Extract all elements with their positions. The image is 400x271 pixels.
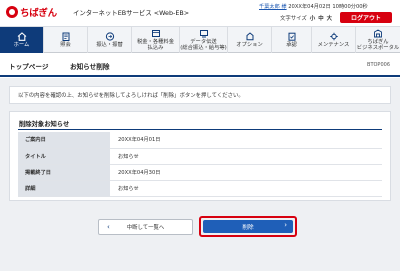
table-row: 詳細 お知らせ — [18, 180, 382, 197]
screen-code: BTOP006 — [367, 62, 390, 68]
font-size-large[interactable]: 大 — [327, 14, 332, 22]
panel-divider — [18, 129, 382, 130]
row-value: お知らせ — [110, 180, 382, 197]
row-label: タイトル — [18, 148, 110, 165]
chevron-left-icon: ‹ — [107, 223, 110, 231]
notice-detail-table: ご案内日 20XX年04月01日 タイトル お知らせ 掲載終了日 20XX年04… — [18, 132, 382, 197]
nav-item-approval[interactable]: 承認 — [272, 27, 312, 53]
font-size-selector: 文字サイズ 小 中 大 — [280, 14, 332, 22]
delete-target-panel: 削除対象お知らせ ご案内日 20XX年04月01日 タイトル お知らせ 掲載終了… — [9, 111, 391, 201]
row-value: 20XX年04月30日 — [110, 164, 382, 181]
header: ちばぎん インターネットEBサービス <Web-EB> 千葉太郎 様 20XX年… — [0, 0, 400, 26]
logout-button[interactable]: ログアウト — [340, 12, 392, 23]
bank-logo-mark-icon — [6, 6, 18, 18]
back-to-list-button[interactable]: ‹ 中断して一覧へ — [98, 219, 193, 235]
main-content: 以下の内容を確認の上、お知らせを削除してよろしければ「削除」ボタンを押してくださ… — [0, 78, 400, 271]
table-row: ご案内日 20XX年04月01日 — [18, 132, 382, 149]
user-info: 千葉太郎 様 20XX年04月02日 10時00分00秒 — [259, 3, 368, 10]
last-login: 20XX年04月02日 10時00分00秒 — [288, 4, 368, 10]
instruction-text: 以下の内容を確認の上、お知らせを削除してよろしければ「削除」ボタンを押してくださ… — [18, 93, 244, 99]
row-value: 20XX年04月01日 — [110, 132, 382, 149]
page-title: お知らせ削除 — [70, 63, 110, 71]
portal-icon — [373, 29, 383, 38]
maintenance-icon — [329, 32, 339, 41]
tax-payment-icon — [151, 29, 161, 38]
font-size-label: 文字サイズ — [280, 16, 307, 22]
global-nav: ホーム 照会 振込・振替 税金・各種料金 払込み データ伝送 (総合振込・給与等… — [0, 26, 400, 53]
user-name[interactable]: 千葉太郎 様 — [259, 4, 287, 10]
option-icon — [245, 32, 255, 41]
panel-title: 削除対象お知らせ — [19, 121, 70, 128]
logo-text: ちばぎん — [20, 8, 57, 19]
nav-item-option[interactable]: オプション — [228, 27, 272, 53]
inquiry-icon — [61, 32, 71, 41]
font-size-small[interactable]: 小 — [310, 14, 315, 22]
row-label: ご案内日 — [18, 132, 110, 149]
approval-icon — [287, 32, 297, 41]
table-row: 掲載終了日 20XX年04月30日 — [18, 164, 382, 181]
row-label: 掲載終了日 — [18, 164, 110, 181]
nav-item-tax-payment[interactable]: 税金・各種料金 払込み — [132, 27, 180, 53]
breadcrumb[interactable]: トップページ — [9, 61, 48, 71]
font-size-medium[interactable]: 中 — [318, 14, 323, 22]
transfer-icon — [105, 32, 115, 41]
instruction-message: 以下の内容を確認の上、お知らせを削除してよろしければ「削除」ボタンを押してくださ… — [9, 86, 391, 104]
delete-button-highlight: 削除 › — [199, 216, 297, 237]
service-name: インターネットEBサービス <Web-EB> — [73, 9, 190, 17]
nav-item-portal[interactable]: ちばぎん ビジネスポータル — [356, 27, 400, 53]
row-label: 詳細 — [18, 180, 110, 197]
nav-item-home[interactable]: ホーム — [0, 27, 44, 53]
home-icon — [17, 32, 27, 41]
bank-logo[interactable]: ちばぎん — [6, 5, 57, 19]
nav-item-data-transfer[interactable]: データ伝送 (総合振込・給与等) — [180, 27, 228, 53]
back-button-label: 中断して一覧へ — [126, 225, 165, 231]
nav-item-transfer[interactable]: 振込・振替 — [88, 27, 132, 53]
row-value: お知らせ — [110, 148, 382, 165]
page-title-bar: トップページ お知らせ削除 BTOP006 — [0, 54, 400, 77]
data-transfer-icon — [199, 29, 209, 38]
delete-button-label: 削除 — [242, 224, 254, 231]
table-row: タイトル お知らせ — [18, 148, 382, 165]
nav-item-maintenance[interactable]: メンテナンス — [312, 27, 356, 53]
delete-button[interactable]: 削除 › — [203, 220, 293, 233]
nav-item-inquiry[interactable]: 照会 — [44, 27, 88, 53]
chevron-right-icon: › — [284, 221, 287, 229]
